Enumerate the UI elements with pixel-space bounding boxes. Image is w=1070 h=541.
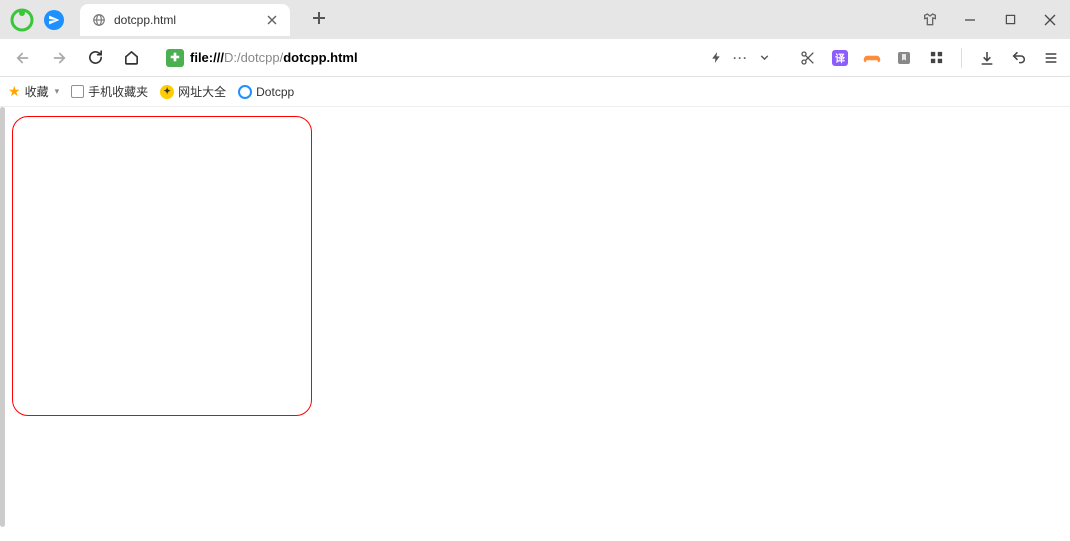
titlebar: dotcpp.html	[0, 0, 1070, 39]
site-directory-button[interactable]: ✦ 网址大全	[160, 83, 226, 100]
star-icon: ★	[8, 83, 21, 100]
back-button[interactable]	[8, 43, 38, 73]
titlebar-left: dotcpp.html	[0, 0, 333, 39]
ring-icon	[238, 85, 252, 99]
window-controls	[910, 0, 1070, 39]
tab-close-button[interactable]	[264, 12, 280, 28]
chevron-down-icon[interactable]	[758, 51, 771, 64]
compass-icon[interactable]	[44, 10, 64, 30]
dotcpp-bookmark[interactable]: Dotcpp	[238, 85, 294, 99]
security-shield-icon[interactable]: ✚	[166, 49, 184, 67]
skin-icon[interactable]	[910, 5, 950, 35]
address-bar[interactable]: ✚ file:///D:/dotcpp/dotcpp.html ···	[158, 44, 779, 72]
reload-button[interactable]	[80, 43, 110, 73]
address-right: ···	[710, 51, 771, 65]
minimize-button[interactable]	[950, 5, 990, 35]
new-tab-button[interactable]	[305, 4, 333, 32]
globe-icon	[92, 13, 106, 27]
bookmark-box-icon[interactable]	[893, 47, 915, 69]
mobile-fav-label: 手机收藏夹	[88, 83, 148, 100]
menu-icon[interactable]	[1040, 47, 1062, 69]
mobile-favorites-button[interactable]: 手机收藏夹	[71, 83, 148, 100]
browser-logo-icon[interactable]	[10, 8, 34, 32]
page-content	[0, 107, 1070, 541]
separator	[961, 48, 962, 68]
chevron-down-icon: ▾	[55, 86, 60, 97]
download-icon[interactable]	[976, 47, 998, 69]
favorites-button[interactable]: ★ 收藏 ▾	[8, 83, 59, 100]
active-tab[interactable]: dotcpp.html	[80, 4, 290, 36]
tab-title: dotcpp.html	[114, 13, 256, 27]
scissors-icon[interactable]	[797, 47, 819, 69]
directory-icon: ✦	[160, 85, 174, 99]
forward-button[interactable]	[44, 43, 74, 73]
more-icon[interactable]: ···	[733, 51, 748, 65]
toolbar-icons: 译	[791, 47, 1062, 69]
translate-icon[interactable]: 译	[829, 47, 851, 69]
maximize-button[interactable]	[990, 5, 1030, 35]
phone-icon	[71, 85, 84, 98]
url-prefix: file:///	[190, 50, 224, 65]
nav-toolbar: ✚ file:///D:/dotcpp/dotcpp.html ··· 译	[0, 39, 1070, 77]
undo-icon[interactable]	[1008, 47, 1030, 69]
apps-grid-icon[interactable]	[925, 47, 947, 69]
bookmarks-bar: ★ 收藏 ▾ 手机收藏夹 ✦ 网址大全 Dotcpp	[0, 77, 1070, 107]
rounded-box	[12, 116, 312, 416]
dotcpp-label: Dotcpp	[256, 85, 294, 99]
site-dir-label: 网址大全	[178, 83, 226, 100]
url-path: D:/dotcpp/	[224, 50, 283, 65]
favorites-label: 收藏	[25, 83, 49, 100]
close-button[interactable]	[1030, 5, 1070, 35]
flash-icon[interactable]	[710, 51, 723, 64]
url-text: file:///D:/dotcpp/dotcpp.html	[190, 50, 704, 65]
url-file: dotcpp.html	[283, 50, 357, 65]
gamepad-icon[interactable]	[861, 47, 883, 69]
home-button[interactable]	[116, 43, 146, 73]
